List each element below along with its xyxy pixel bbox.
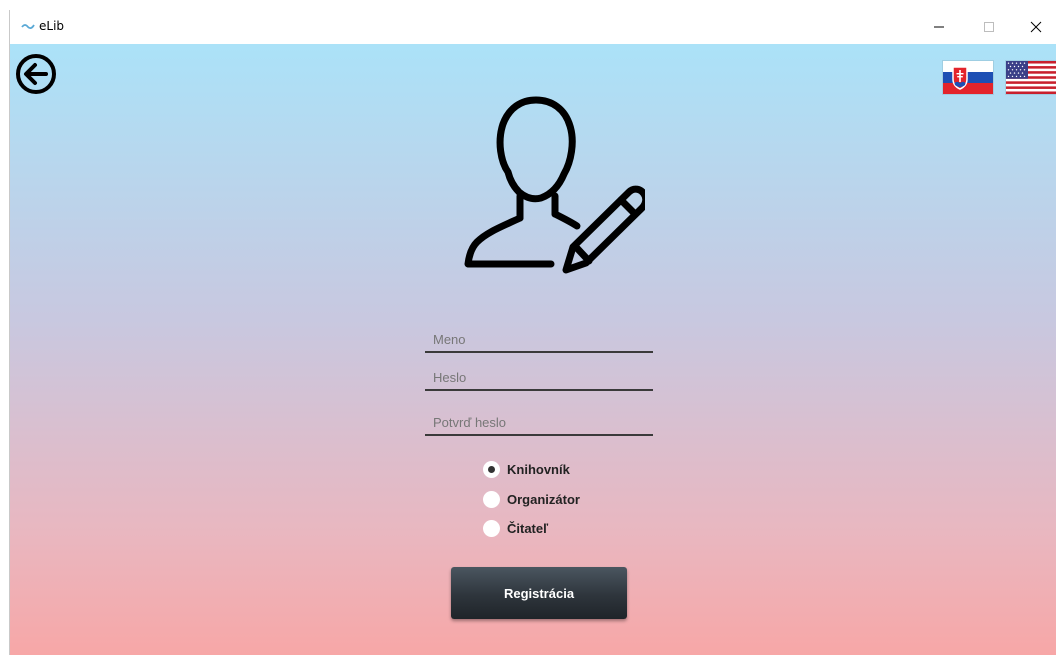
password-field[interactable] [425,365,653,391]
close-button[interactable] [1013,10,1056,44]
role-radio-reader[interactable]: Čitateľ [483,520,548,537]
back-arrow-circle-icon[interactable] [14,52,58,96]
close-icon [1030,21,1042,33]
app-logo-icon [21,24,35,30]
minimize-icon [934,26,944,28]
maximize-button[interactable] [966,10,1012,44]
maximize-icon [984,22,994,32]
confirm-password-field[interactable] [425,410,653,436]
app-window: eLib Meno Knihovník Organizátor Čitateľ … [9,10,1056,655]
role-radio-organizer[interactable]: Organizátor [483,491,580,508]
title-bar: eLib [10,10,1056,44]
window-title: eLib [39,19,65,33]
flag-usa-icon[interactable] [1006,61,1056,94]
radio-button[interactable] [483,520,500,537]
minimize-button[interactable] [916,10,962,44]
user-edit-icon [464,96,645,274]
desktop-top-strip [0,0,1056,10]
role-label: Knihovník [507,462,570,477]
radio-button-checked[interactable] [483,461,500,478]
register-button[interactable]: Registrácia [451,567,627,619]
role-label: Organizátor [507,492,580,507]
flag-slovakia-icon[interactable] [943,61,993,94]
radio-button[interactable] [483,491,500,508]
name-field[interactable] [425,327,653,353]
registration-view: Knihovník Organizátor Čitateľ Registráci… [10,44,1056,655]
role-radio-librarian[interactable]: Knihovník [483,461,570,478]
role-label: Čitateľ [507,521,549,536]
